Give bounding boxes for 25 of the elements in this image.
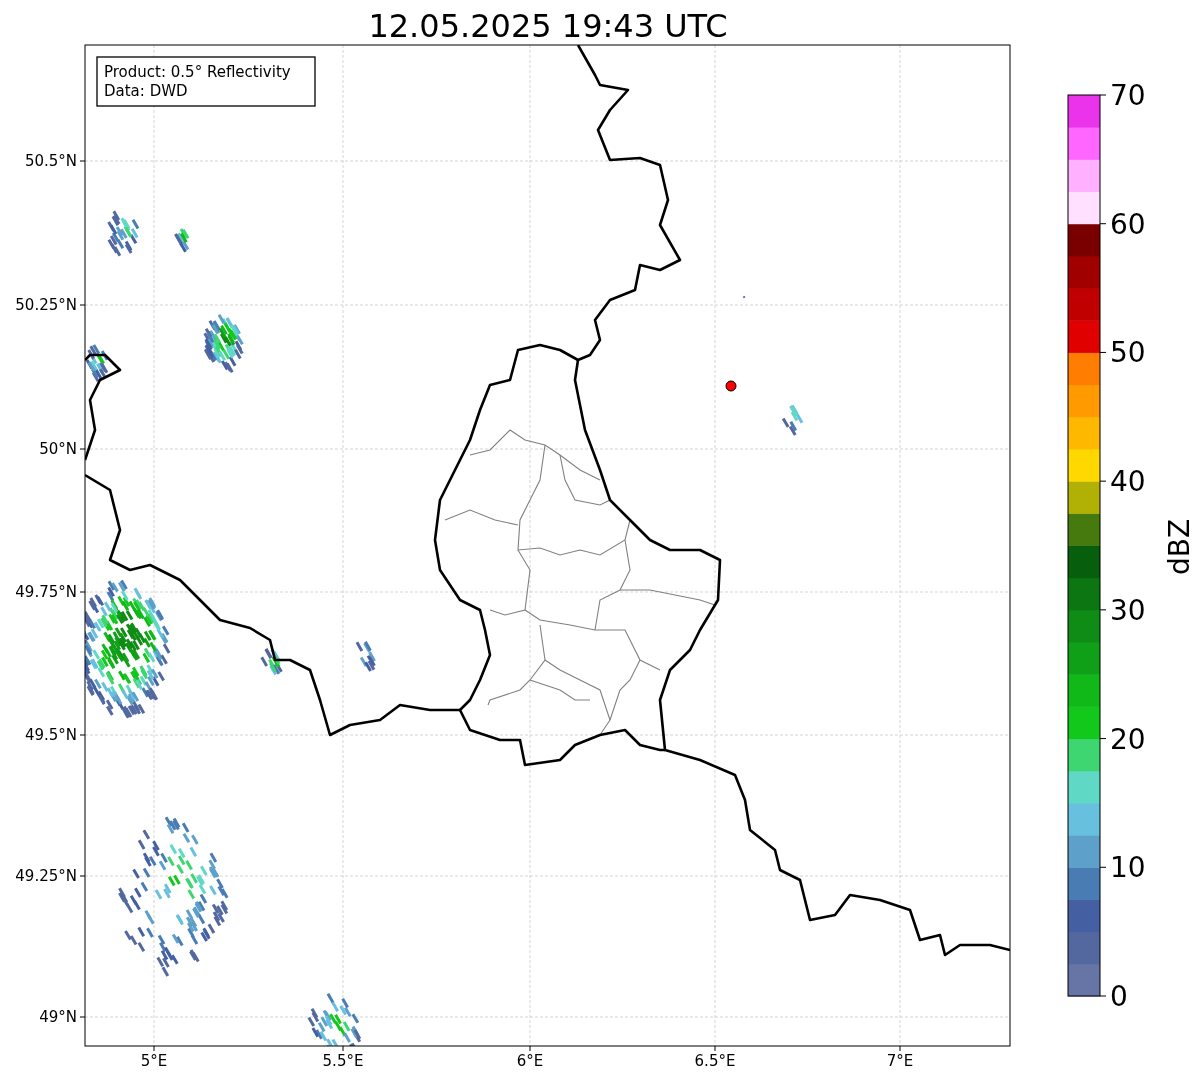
longitude-label: 5.5°E	[322, 1052, 364, 1070]
radar-site-marker	[725, 380, 737, 392]
longitude-label: 7°E	[886, 1052, 914, 1070]
longitude-label: 6.5°E	[694, 1052, 736, 1070]
longitude-label: 5°E	[140, 1052, 168, 1070]
colorbar-tick-label: 60	[1110, 207, 1146, 241]
latitude-label: 50.5°N	[24, 152, 77, 170]
colorbar-tick-label: 0	[1110, 980, 1128, 1013]
colorbar-tick-label: 30	[1110, 593, 1146, 627]
info-text: Data: DWD	[104, 82, 188, 100]
colorbar-tick-label: 50	[1110, 336, 1146, 370]
colorbar-tick-label: 70	[1110, 79, 1146, 112]
colorbar-label: dBZ	[1163, 518, 1196, 576]
latitude-label: 50.25°N	[15, 296, 77, 314]
latitude-label: 49°N	[39, 1008, 77, 1026]
colorbar-tick-label: 10	[1110, 851, 1146, 885]
info-text: Product: 0.5° Reflectivity	[104, 63, 291, 81]
latitude-label: 49.5°N	[24, 726, 77, 744]
colorbar-tick-label: 40	[1110, 465, 1146, 499]
latitude-label: 49.75°N	[15, 583, 77, 601]
longitude-label: 6°E	[516, 1052, 544, 1070]
latitude-label: 50°N	[39, 440, 77, 458]
colorbar-tick-label: 20	[1110, 722, 1146, 756]
plot-title: 12.05.2025 19:43 UTC	[368, 7, 728, 45]
latitude-label: 49.25°N	[15, 867, 77, 885]
